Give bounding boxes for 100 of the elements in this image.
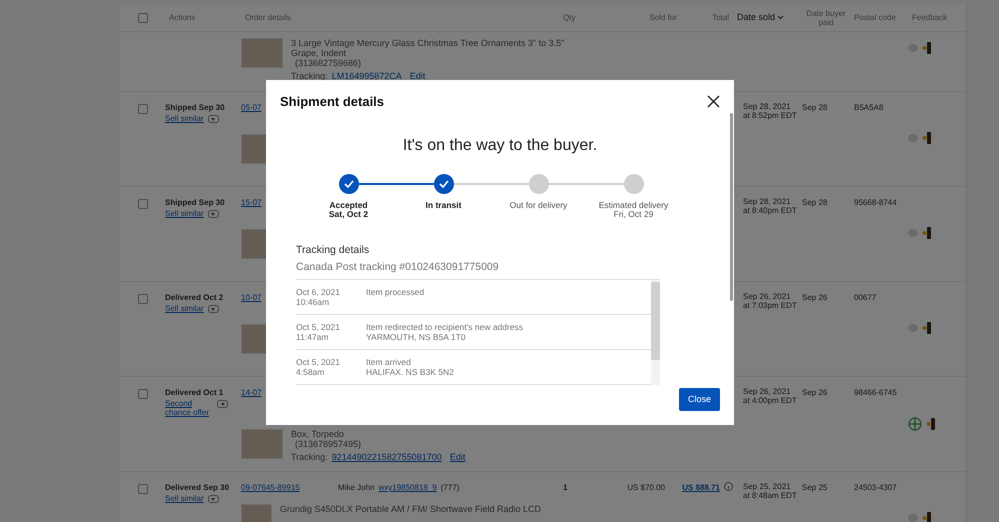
item-number: (313678957495) xyxy=(294,439,362,449)
event-time: 10:46am xyxy=(296,297,330,307)
column-header[interactable]: Qty xyxy=(563,13,576,22)
column-header[interactable]: Order details xyxy=(245,13,291,22)
person-star-icon[interactable] xyxy=(922,322,932,334)
person-star-icon[interactable] xyxy=(922,227,932,239)
action-link[interactable]: Sell similar xyxy=(165,494,204,503)
total-link[interactable]: US $88.71 xyxy=(682,482,720,494)
person-star-icon[interactable] xyxy=(922,512,932,522)
action-link[interactable]: Second chance offer xyxy=(165,399,213,417)
dialog-scrollbar[interactable] xyxy=(730,113,733,301)
caret-icon xyxy=(211,118,216,120)
event-date: Oct 5, 2021 xyxy=(296,357,341,367)
check-icon xyxy=(344,180,354,188)
postal-code: 24503-4307 xyxy=(853,482,898,494)
caret-icon xyxy=(211,212,216,216)
column-header[interactable]: Feedback xyxy=(912,13,948,22)
item-title: 3 Large Vintage Mercury Glass Christmas Tree Ornaments 3" to 3.5" xyxy=(291,38,564,48)
quantity: 1 xyxy=(563,483,568,492)
person-star-icon[interactable] xyxy=(922,42,932,54)
caret-icon xyxy=(211,308,216,310)
checkbox[interactable] xyxy=(138,294,148,304)
checkbox[interactable] xyxy=(138,199,148,209)
checkbox[interactable] xyxy=(138,12,148,22)
caret-icon xyxy=(211,498,216,500)
event-description: Item processed xyxy=(366,287,424,297)
date-paid: Sep 26 xyxy=(801,387,828,399)
date-sold: Sep 28, 2021 at 8:40pm EDT xyxy=(742,197,798,215)
column-header[interactable]: Actions xyxy=(169,13,196,22)
event-date: Oct 6, 2021 xyxy=(296,287,341,297)
order-status: Shipped Sep 30 xyxy=(165,102,226,114)
column-header[interactable]: Sold for xyxy=(649,13,677,22)
item-title: Grundig S450DLX Portable AM / FM/ Shortwave Field Radio LCD xyxy=(280,504,541,514)
edit-link[interactable]: Edit xyxy=(410,71,426,81)
date-paid: Sep 26 xyxy=(801,292,828,304)
item-number: (313682759686) xyxy=(294,58,362,68)
sold-for-price: US $70.00 xyxy=(627,483,665,492)
column-header[interactable]: Date sold xyxy=(737,13,776,22)
checkbox[interactable] xyxy=(138,104,148,114)
buyer-score: (777) xyxy=(440,482,460,494)
tracking-label: Tracking: xyxy=(291,452,328,462)
edit-link[interactable]: Edit xyxy=(450,452,466,462)
close-button[interactable]: Close xyxy=(679,388,720,411)
step-date: Sat, Oct 2 xyxy=(328,210,368,218)
event-location: YARMOUTH, NS B5A 1T0 xyxy=(366,332,467,342)
column-header[interactable]: Date buyer paid xyxy=(802,8,850,26)
postal-code: 95668-8744 xyxy=(853,197,898,209)
person-star-icon[interactable] xyxy=(922,132,932,144)
order-number-link[interactable]: 09-07645-89915 xyxy=(241,482,338,494)
order-status: Shipped Sep 30 xyxy=(165,197,226,209)
dropdown-button[interactable] xyxy=(208,495,219,503)
dialog-title: Shipment details xyxy=(280,93,384,111)
tracking-link[interactable]: 9214490221582755081700 xyxy=(332,452,442,462)
step-label: Out for delivery xyxy=(510,200,568,210)
action-link[interactable]: Sell similar xyxy=(165,209,204,218)
shipment-headline: It's on the way to the buyer. xyxy=(402,136,598,156)
check-icon xyxy=(438,180,448,188)
column-header[interactable]: Total xyxy=(712,13,729,22)
date-sold: Sep 25, 2021 at 8:48am EDT xyxy=(742,482,798,500)
scrollbar-thumb[interactable] xyxy=(651,282,660,360)
step-label: Estimated delivery xyxy=(598,200,668,210)
event-time: 11:47am xyxy=(296,332,330,342)
order-status: Delivered Oct 1 xyxy=(165,387,224,399)
crosshair-circle-icon[interactable] xyxy=(908,417,922,431)
person-star-icon[interactable] xyxy=(926,418,936,430)
step-date: Fri, Oct 29 xyxy=(614,210,654,218)
tracking-number: Canada Post tracking #0102463091775009 xyxy=(296,260,500,276)
buyer-link[interactable]: wxy19850818_9 xyxy=(378,482,437,494)
event-description: Item redirected to recipient's new address xyxy=(366,322,524,332)
info-icon[interactable] xyxy=(724,482,733,491)
date-paid: Sep 25 xyxy=(801,482,828,494)
checkbox[interactable] xyxy=(138,389,148,399)
dropdown-button[interactable] xyxy=(208,115,219,123)
action-link[interactable]: Sell similar xyxy=(165,304,204,313)
event-description: Item arrived xyxy=(366,357,412,367)
step-label: Accepted xyxy=(329,200,368,210)
event-time: 4:58am xyxy=(296,367,326,377)
date-sold: Sep 26, 2021 at 7:03pm EDT xyxy=(742,292,798,310)
dropdown-button[interactable] xyxy=(217,400,228,408)
item-photo-placeholder xyxy=(241,38,283,68)
event-location: HALIFAX. NS B3K 5N2 xyxy=(366,367,454,377)
event-date: Oct 5, 2021 xyxy=(296,322,341,332)
caret-icon xyxy=(220,402,224,406)
postal-code: 98466-6745 xyxy=(853,387,898,399)
column-header[interactable]: Postal code xyxy=(854,13,896,22)
action-link[interactable]: Sell similar xyxy=(165,114,204,123)
item-photo-placeholder xyxy=(241,429,283,459)
order-status: Delivered Sep 30 xyxy=(165,482,230,494)
checkbox[interactable] xyxy=(138,484,148,494)
dropdown-button[interactable] xyxy=(208,210,219,218)
buyer-name: Mike John xyxy=(338,482,374,494)
postal-code: B5A5A8 xyxy=(853,102,884,114)
dropdown-button[interactable] xyxy=(208,305,219,313)
chevron-down-icon xyxy=(777,15,784,20)
close-icon[interactable] xyxy=(707,95,720,108)
item-title: Box, Torpedo xyxy=(291,429,345,439)
order-status: Delivered Oct 2 xyxy=(165,292,224,304)
tracking-link[interactable]: LM164995872CA xyxy=(332,71,402,81)
tracking-label: Tracking: xyxy=(291,71,328,81)
date-paid: Sep 28 xyxy=(801,102,828,114)
